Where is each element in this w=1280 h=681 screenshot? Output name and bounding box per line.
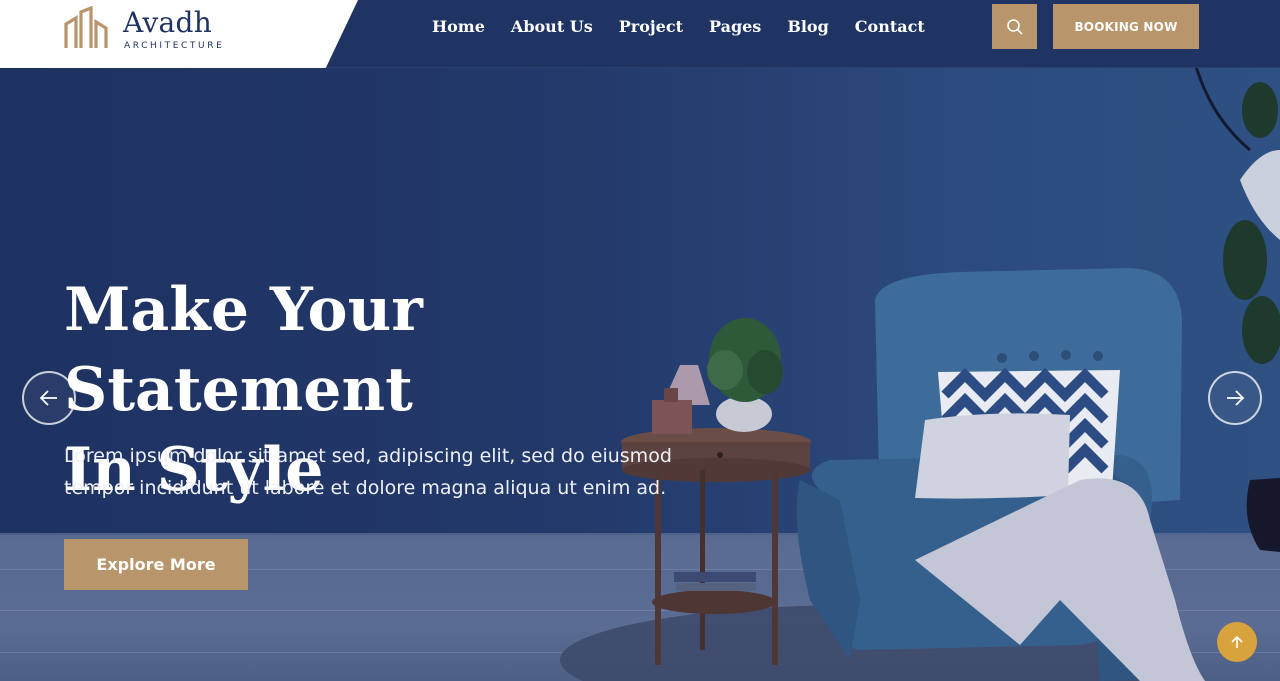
hero-section: Avadh ARCHITECTURE Home About Us Project… — [0, 0, 1280, 681]
hero-description: Lorem ipsum dolor sit amet sed, adipisci… — [64, 440, 674, 504]
nav-pages[interactable]: Pages — [709, 17, 761, 36]
search-icon — [1006, 18, 1023, 35]
search-button[interactable] — [992, 4, 1037, 49]
scroll-to-top-button[interactable] — [1217, 622, 1257, 662]
slider-next-button[interactable] — [1208, 371, 1262, 425]
arrow-right-icon — [1227, 390, 1245, 406]
hero-description-line-1: Lorem ipsum dolor sit amet sed, adipisci… — [64, 445, 672, 467]
arrow-up-icon — [1231, 635, 1243, 648]
nav-blog[interactable]: Blog — [787, 17, 828, 36]
logo-mark-icon[interactable] — [63, 6, 109, 50]
nav-contact[interactable]: Contact — [855, 17, 925, 36]
nav-about-us[interactable]: About Us — [511, 17, 593, 36]
nav-project[interactable]: Project — [619, 17, 683, 36]
arrow-left-icon — [39, 390, 57, 406]
brand-tagline: ARCHITECTURE — [124, 41, 225, 51]
hero-headline-line-1: Make Your Statement — [64, 275, 423, 425]
booking-now-button[interactable]: BOOKING NOW — [1053, 4, 1199, 49]
brand-name[interactable]: Avadh — [123, 6, 212, 39]
hero-description-line-2: tempor incididunt ut labore et dolore ma… — [64, 477, 667, 499]
slider-prev-button[interactable] — [22, 371, 76, 425]
main-nav: Home About Us Project Pages Blog Contact — [432, 17, 951, 36]
explore-more-button[interactable]: Explore More — [64, 539, 248, 590]
nav-home[interactable]: Home — [432, 17, 485, 36]
